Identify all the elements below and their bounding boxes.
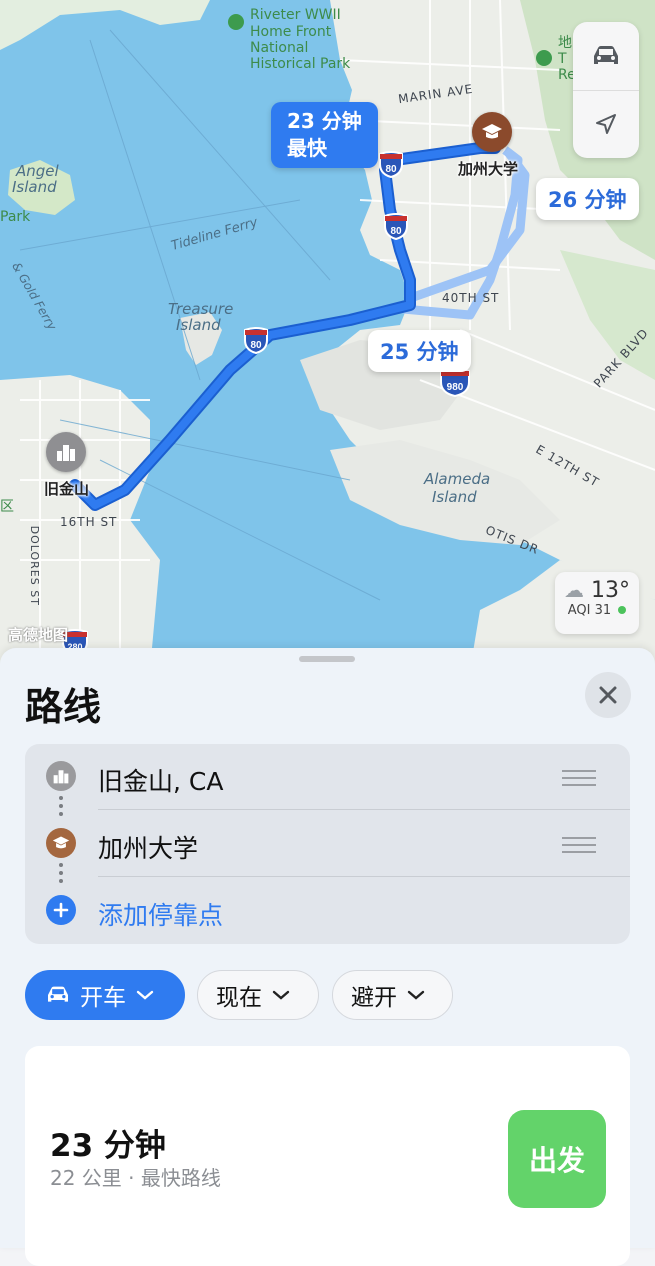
map-label: 地 xyxy=(558,35,572,51)
eta-bubble-alt[interactable]: 26 分钟 xyxy=(536,178,639,220)
interstate-shield: 80 xyxy=(244,327,268,354)
sheet-grabber[interactable] xyxy=(299,656,355,662)
map-label: Island xyxy=(176,316,221,334)
map-label: DOLORES ST xyxy=(27,525,41,606)
weather-temp: 13° xyxy=(591,578,630,603)
map-label: 区 xyxy=(0,499,14,515)
svg-text:80: 80 xyxy=(385,164,397,175)
origin-pin[interactable] xyxy=(46,432,86,472)
map-label: T xyxy=(558,51,567,67)
route-sheet: 路线 旧金山, CA 加州大学 添加停靠点 开车 现在 避开 23 分钟 22 … xyxy=(0,648,655,1266)
destination-label: 加州大学 xyxy=(458,160,519,178)
close-icon xyxy=(599,686,617,704)
car-icon xyxy=(594,46,618,64)
interstate-shield: 80 xyxy=(384,213,408,240)
stop-row-destination[interactable]: 加州大学 xyxy=(25,811,630,877)
map-mode-button[interactable] xyxy=(573,22,639,90)
aqi-value: AQI 31 xyxy=(567,603,612,618)
map-label: Island xyxy=(432,488,477,506)
svg-text:80: 80 xyxy=(390,226,402,237)
eta-bubble-alt[interactable]: 25 分钟 xyxy=(368,330,471,372)
add-stop-button[interactable]: 添加停靠点 xyxy=(25,878,630,944)
stop-label: 旧金山, CA xyxy=(98,767,224,796)
chip-label: 开车 xyxy=(80,985,126,1011)
city-icon xyxy=(57,445,75,461)
origin-label: 旧金山 xyxy=(44,480,90,498)
map-label: Riveter WWII xyxy=(250,7,341,23)
stops-list: 旧金山, CA 加州大学 添加停靠点 xyxy=(25,744,630,944)
route-detail: 22 公里 · 最快路线 xyxy=(50,1166,221,1190)
map-base xyxy=(0,0,655,670)
close-button[interactable] xyxy=(585,672,631,718)
city-icon xyxy=(46,761,76,791)
park-pin-icon xyxy=(536,50,552,66)
locate-button[interactable] xyxy=(573,90,639,158)
chip-label: 现在 xyxy=(216,985,262,1011)
stop-label: 加州大学 xyxy=(98,834,199,863)
eta-note: 最快 xyxy=(287,136,327,160)
map-label: Island xyxy=(12,178,57,196)
add-stop-label: 添加停靠点 xyxy=(98,901,224,930)
map-attribution: 高德地图 xyxy=(8,626,69,644)
graduation-cap-icon xyxy=(46,828,76,858)
map-label: Historical Park xyxy=(250,56,351,72)
map-label: Park xyxy=(0,209,31,225)
cloud-icon: ☁ xyxy=(564,578,584,602)
park-pin-icon xyxy=(228,14,244,30)
aqi-status-dot xyxy=(618,606,627,614)
chip-label: 避开 xyxy=(351,985,397,1011)
svg-text:980: 980 xyxy=(447,382,464,393)
chevron-down-icon xyxy=(136,990,154,1000)
svg-text:80: 80 xyxy=(250,340,262,351)
plus-icon xyxy=(46,895,76,925)
location-arrow-icon xyxy=(596,114,616,134)
stop-row-origin[interactable]: 旧金山, CA xyxy=(25,744,630,810)
drag-handle-icon[interactable] xyxy=(562,837,596,858)
map-controls xyxy=(573,22,639,158)
route-time: 23 分钟 xyxy=(50,1128,166,1164)
sheet-title: 路线 xyxy=(25,685,102,729)
eta-bubble-primary[interactable]: 23 分钟 最快 xyxy=(271,102,378,168)
interstate-shield: 80 xyxy=(379,151,403,178)
go-button[interactable]: 出发 xyxy=(508,1110,606,1208)
map-label: 16TH ST xyxy=(60,515,118,529)
drag-handle-icon[interactable] xyxy=(562,770,596,791)
weather-widget: ☁ 13° AQI 31 xyxy=(555,572,639,634)
avoid-chip[interactable]: 避开 xyxy=(332,970,453,1020)
destination-pin[interactable] xyxy=(472,112,512,152)
map-label: Alameda xyxy=(424,470,491,488)
map-label: 40TH ST xyxy=(442,291,500,305)
route-card[interactable]: 23 分钟 22 公里 · 最快路线 出发 xyxy=(25,1046,630,1266)
car-icon xyxy=(48,986,68,1002)
chevron-down-icon xyxy=(407,990,425,1000)
map-label: Home Front xyxy=(250,24,332,40)
graduation-cap-icon xyxy=(482,124,502,139)
map-view[interactable]: 80 80 80 980 280 Riveter WWII Home Front… xyxy=(0,0,655,670)
eta-time: 23 分钟 xyxy=(287,109,362,133)
chevron-down-icon xyxy=(272,990,290,1000)
depart-time-chip[interactable]: 现在 xyxy=(197,970,319,1020)
transport-mode-chip[interactable]: 开车 xyxy=(25,970,185,1020)
map-label: National xyxy=(250,40,309,56)
